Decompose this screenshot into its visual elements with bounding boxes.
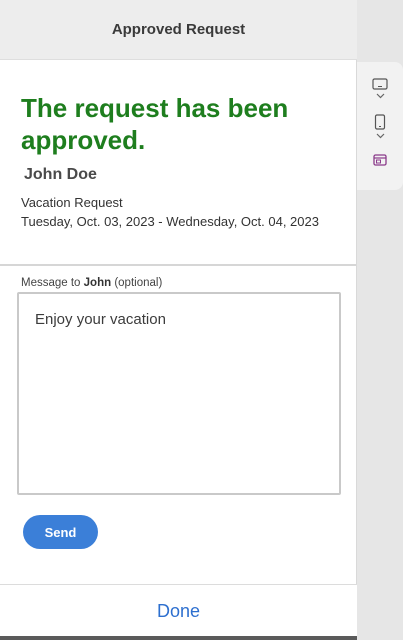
tablet-landscape-icon bbox=[372, 78, 388, 90]
send-button[interactable]: Send bbox=[23, 515, 98, 549]
approval-status-headline: The request has been approved. bbox=[21, 93, 289, 155]
card-title: Approved Request bbox=[111, 21, 246, 38]
message-input[interactable]: Enjoy your vacation bbox=[17, 292, 341, 495]
chevron-down-icon bbox=[376, 133, 385, 139]
section-divider bbox=[0, 264, 356, 266]
chevron-down-icon bbox=[376, 93, 385, 99]
approval-card: Approved Request The request has been ap… bbox=[0, 0, 357, 640]
card-preview-toggle[interactable] bbox=[357, 154, 403, 166]
tablet-preview-toggle[interactable] bbox=[357, 78, 403, 99]
done-button[interactable]: Done bbox=[157, 601, 200, 622]
request-dates: Tuesday, Oct. 03, 2023 - Wednesday, Oct.… bbox=[21, 214, 319, 229]
message-label: Message to John (optional) bbox=[21, 277, 162, 289]
preview-side-panel bbox=[357, 62, 403, 190]
phone-preview-toggle[interactable] bbox=[357, 114, 403, 139]
message-label-name: John bbox=[83, 277, 112, 289]
request-type: Vacation Request bbox=[21, 195, 123, 210]
message-label-prefix: Message to bbox=[21, 277, 84, 289]
phone-portrait-icon bbox=[374, 114, 386, 130]
employee-name: John Doe bbox=[24, 166, 97, 183]
card-footer: Done bbox=[0, 584, 357, 638]
card-preview-icon bbox=[373, 154, 387, 166]
card-header: Approved Request bbox=[0, 0, 357, 60]
bottom-edge bbox=[0, 636, 357, 640]
message-label-suffix: (optional) bbox=[111, 277, 163, 289]
